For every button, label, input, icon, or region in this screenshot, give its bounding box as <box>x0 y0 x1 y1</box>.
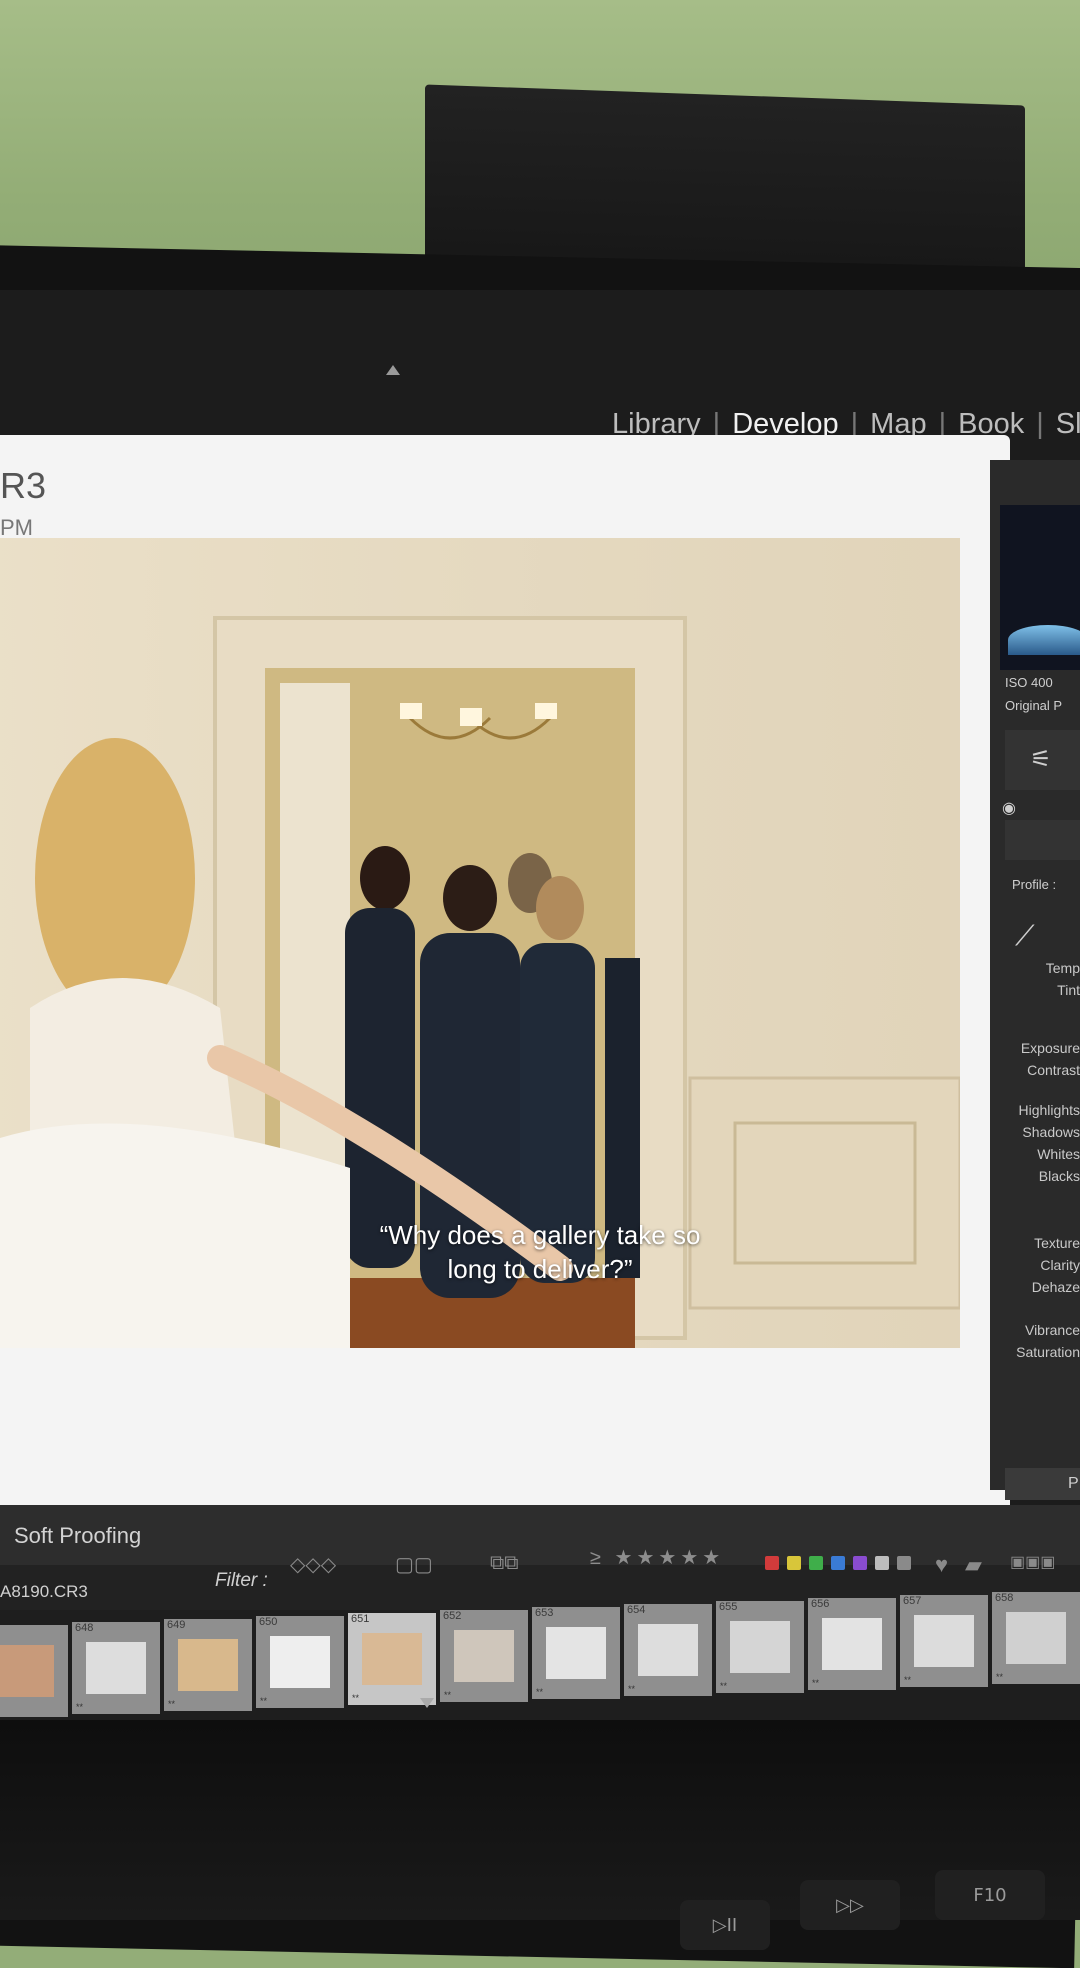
filmstrip-thumbnail[interactable]: 658 ** <box>992 1592 1080 1684</box>
thumbnail-image <box>178 1639 238 1691</box>
filter-label: Filter : <box>215 1570 268 1591</box>
slider-label-dehaze: Dehaze <box>1031 1279 1080 1295</box>
thumbnail-rating: ** <box>720 1681 728 1691</box>
thumbnail-image <box>638 1624 698 1676</box>
thumbnail-number: 652 <box>443 1610 462 1622</box>
flag-filter-icon[interactable]: ◇◇◇ <box>290 1552 336 1577</box>
histogram-iso: ISO 400 <box>1005 675 1053 690</box>
rating-filter[interactable]: ≥ ★★★★★ <box>590 1545 724 1570</box>
slider-label-blacks: Blacks <box>1038 1168 1080 1184</box>
filmstrip-thumbnail[interactable]: 657 ** <box>900 1595 988 1687</box>
video-caption: “Why does a gallery take so long to deli… <box>379 1220 701 1284</box>
slider-label-temp: Temp <box>1045 960 1080 976</box>
filmstrip-thumbnail[interactable]: 654 ** <box>624 1604 712 1696</box>
color-label-swatch[interactable] <box>897 1556 911 1570</box>
thumbnail-image <box>86 1642 146 1694</box>
thumbnail-number: 658 <box>995 1592 1014 1604</box>
thumbnail-image <box>270 1636 330 1688</box>
color-label-swatch[interactable] <box>809 1556 823 1570</box>
eyedropper-icon[interactable]: ⟋ <box>1015 920 1035 953</box>
thumbnail-image <box>362 1633 422 1685</box>
thumbnail-rating: ** <box>444 1690 452 1700</box>
slider-label-contrast: Contrast <box>1027 1062 1080 1078</box>
slider-label-whites: Whites <box>1037 1146 1080 1162</box>
slider-label-tint: Tint <box>1057 982 1080 998</box>
color-label-swatch[interactable] <box>831 1556 845 1570</box>
key-f10[interactable]: F10 <box>935 1870 1045 1920</box>
basic-sliders: Temp Tint Exposure Contrast Highlights S… <box>1005 960 1080 1460</box>
thumbnail-image <box>546 1627 606 1679</box>
thumbnail-number: 654 <box>627 1604 646 1616</box>
lightroom-window: Library | Develop | Map | Book | Slides … <box>0 290 1080 1730</box>
slider-label-clarity: Clarity <box>1040 1257 1080 1273</box>
edit-filter-icon[interactable]: ⧉⧉ <box>490 1552 519 1575</box>
filmstrip-thumbnail[interactable]: 648 ** <box>72 1622 160 1714</box>
keyboard: ▷II ▷▷ F10 <box>0 1720 1080 1950</box>
filmstrip-current-file[interactable]: A8190.CR3 <box>0 1582 88 1602</box>
thumbnail-image <box>0 1645 54 1697</box>
thumbnail-rating: ** <box>260 1696 268 1706</box>
thumbnail-number: 648 <box>75 1622 94 1634</box>
thumbnail-number: 649 <box>167 1619 186 1631</box>
virtual-copy-filter-icon[interactable]: ▢▢ <box>395 1552 433 1577</box>
filmstrip-thumbnail[interactable]: 652 ** <box>440 1610 528 1702</box>
slider-label-saturation: Saturation <box>1016 1344 1080 1360</box>
slider-label-highlights: Highlights <box>1018 1102 1080 1118</box>
slider-label-vibrance: Vibrance <box>1024 1322 1080 1338</box>
filmstrip-thumbnail[interactable]: * <box>0 1625 68 1717</box>
soft-proofing-checkbox[interactable]: Soft Proofing <box>14 1523 141 1549</box>
slider-label-texture: Texture <box>1034 1235 1080 1251</box>
histogram-curve <box>1008 625 1080 655</box>
color-label-swatch[interactable] <box>853 1556 867 1570</box>
original-photo-checkbox[interactable]: Original P <box>1005 698 1062 713</box>
thumbnail-number: 655 <box>719 1601 738 1613</box>
module-separator: | <box>1036 408 1044 440</box>
previous-button-label: P <box>1068 1475 1079 1492</box>
thumbnail-image <box>1006 1612 1066 1664</box>
thumbnail-rating: ** <box>904 1675 912 1685</box>
filmstrip-thumbnail[interactable]: 650 ** <box>256 1616 344 1708</box>
thumbnail-number: 656 <box>811 1598 830 1610</box>
thumbnail-image <box>822 1618 882 1670</box>
thumbnail-rating: ** <box>628 1684 636 1694</box>
thumbnail-rating: ** <box>812 1678 820 1688</box>
collapse-filmstrip-icon[interactable] <box>420 1698 434 1708</box>
crop-tool-icon[interactable]: ⚟ <box>1030 745 1052 774</box>
color-label-swatch[interactable] <box>787 1556 801 1570</box>
filmstrip-thumbnail[interactable]: 656 ** <box>808 1598 896 1690</box>
view-mode-icons[interactable]: ▣▣▣ <box>1010 1552 1055 1572</box>
filmstrip-thumbnail[interactable]: 653 ** <box>532 1607 620 1699</box>
color-label-swatch[interactable] <box>875 1556 889 1570</box>
image-filename: R3 <box>0 465 47 506</box>
thumbnail-number: 657 <box>903 1595 922 1607</box>
slider-label-exposure: Exposure <box>1020 1040 1080 1056</box>
eye-icon[interactable]: ◉ <box>1002 798 1016 818</box>
thumbnail-number: 653 <box>535 1607 554 1619</box>
thumbnail-image <box>730 1621 790 1673</box>
thumbnail-number: 650 <box>259 1616 278 1628</box>
thumbnail-rating: ** <box>76 1702 84 1712</box>
module-slides[interactable]: Slides <box>1056 408 1080 441</box>
heart-icon[interactable]: ♥ <box>935 1552 948 1578</box>
profile-label: Profile : <box>1012 877 1057 892</box>
thumbnail-rating: ** <box>536 1687 544 1697</box>
thumbnail-image <box>914 1615 974 1667</box>
thumbnail-rating: ** <box>996 1672 1004 1682</box>
filmstrip-thumbnail[interactable]: 651 ** <box>348 1613 436 1705</box>
slider-label-shadows: Shadows <box>1022 1124 1080 1140</box>
color-label-swatch[interactable] <box>765 1556 779 1570</box>
thumbnail-rating: ** <box>352 1693 360 1703</box>
collapse-top-panel-icon[interactable] <box>386 365 400 375</box>
thumbnail-number: 651 <box>351 1613 370 1625</box>
comment-icon[interactable]: ▰ <box>965 1552 982 1578</box>
filmstrip-thumbnail[interactable]: 649 ** <box>164 1619 252 1711</box>
key-next-track[interactable]: ▷▷ <box>800 1880 900 1930</box>
thumbnail-rating: ** <box>168 1699 176 1709</box>
thumbnail-image <box>454 1630 514 1682</box>
key-play-pause[interactable]: ▷II <box>680 1900 770 1950</box>
panel-header-basic[interactable] <box>1005 820 1080 860</box>
filmstrip-thumbnail[interactable]: 655 ** <box>716 1601 804 1693</box>
